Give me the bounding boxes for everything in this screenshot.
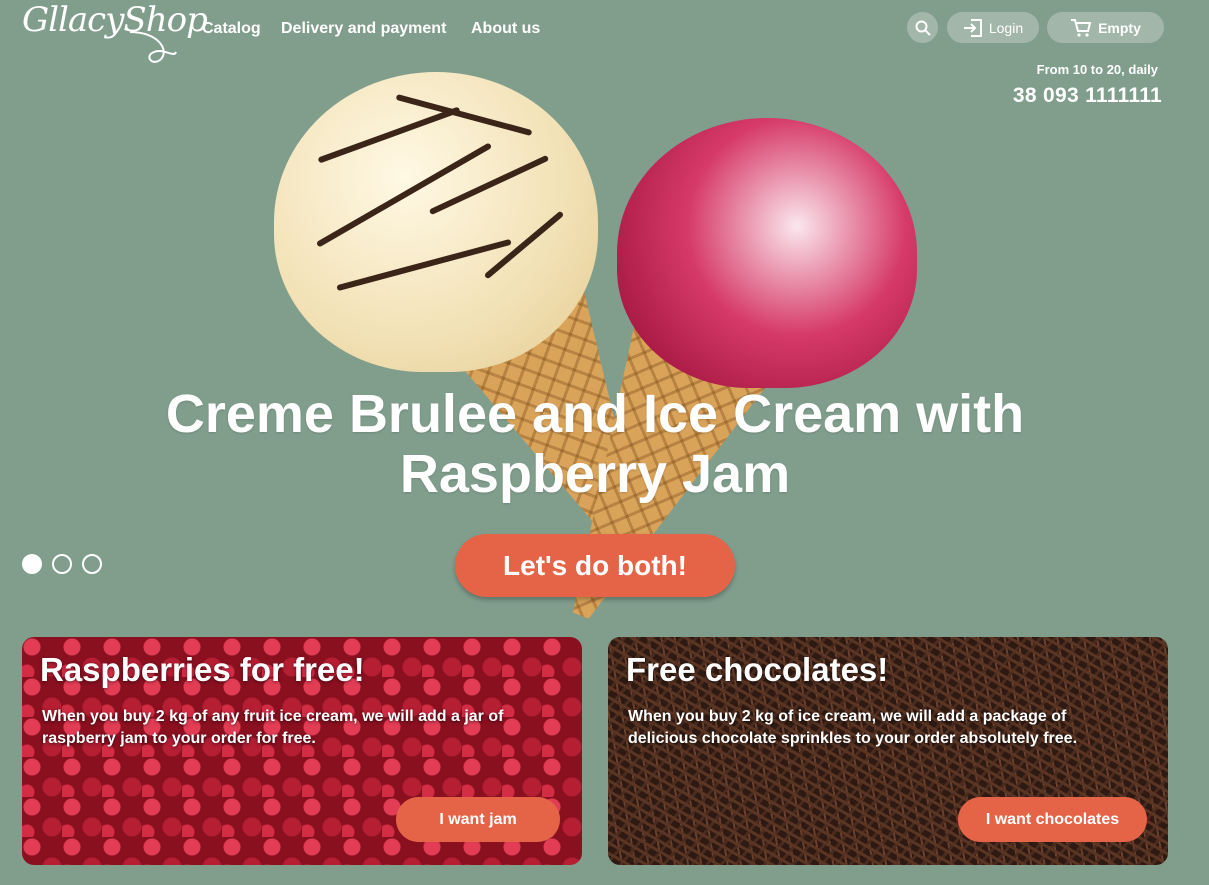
login-icon <box>963 18 982 37</box>
promo-card-chocolates: Free chocolates! When you buy 2 kg of ic… <box>608 637 1168 865</box>
want-chocolates-button[interactable]: I want chocolates <box>958 797 1147 842</box>
hero-cta-button[interactable]: Let's do both! <box>455 534 735 597</box>
login-button[interactable]: Login <box>947 12 1039 43</box>
promo-title: Free chocolates! <box>626 651 889 688</box>
slider-dots <box>22 554 102 574</box>
creme-brulee-scoop <box>274 72 598 372</box>
promo-text: When you buy 2 kg of any fruit ice cream… <box>42 708 504 747</box>
nav-delivery-payment[interactable]: Delivery and payment <box>281 20 446 38</box>
promo-card-raspberries: Raspberries for free! When you buy 2 kg … <box>22 637 582 865</box>
want-jam-button[interactable]: I want jam <box>396 797 560 842</box>
search-icon <box>915 20 931 36</box>
slider-dot-1[interactable] <box>22 554 42 574</box>
working-hours: From 10 to 20, daily <box>1036 62 1158 77</box>
cart-label: Empty <box>1098 19 1141 36</box>
search-button[interactable] <box>907 12 938 43</box>
logo-swirl-icon <box>129 31 177 63</box>
nav-catalog[interactable]: Catalog <box>202 20 261 38</box>
cart-button[interactable]: Empty <box>1047 12 1164 43</box>
login-label: Login <box>988 19 1024 36</box>
promo-title: Raspberries for free! <box>40 651 365 688</box>
slider-dot-3[interactable] <box>82 554 102 574</box>
nav-about-us[interactable]: About us <box>471 20 540 38</box>
slider-dot-2[interactable] <box>52 554 72 574</box>
raspberry-scoop <box>617 118 917 388</box>
promo-text: When you buy 2 kg of ice cream, we will … <box>628 708 1078 747</box>
cart-icon <box>1071 18 1092 37</box>
hero-title: Creme Brulee and Ice Cream with Raspberr… <box>165 384 1025 504</box>
phone-number[interactable]: 38 093 1111111 <box>1013 84 1162 108</box>
